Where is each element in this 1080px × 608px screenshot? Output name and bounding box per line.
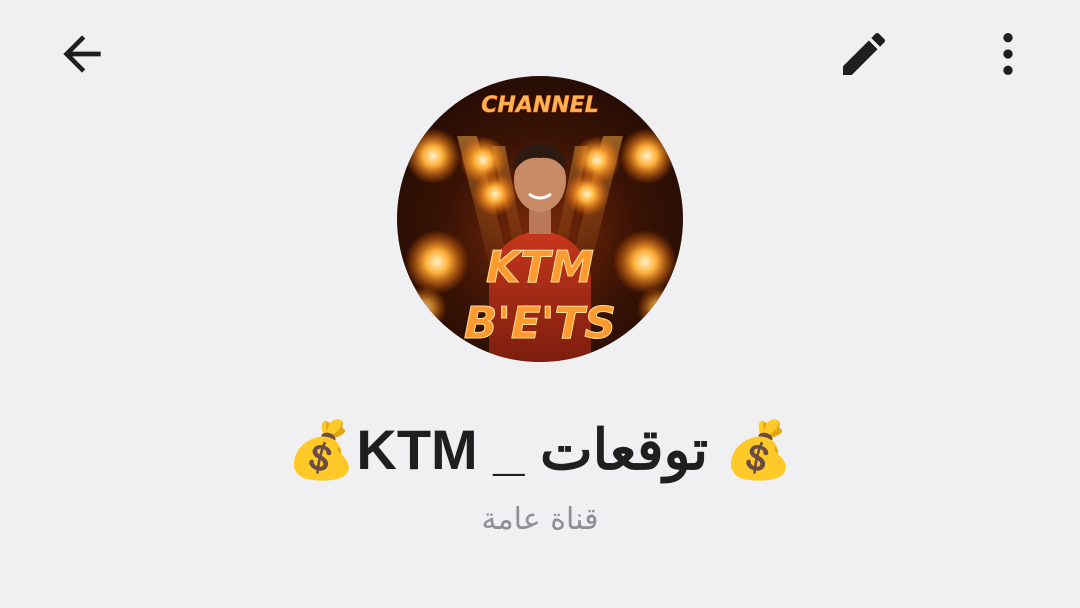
channel-title: 💰 توقعات _ KTM💰	[286, 418, 794, 481]
edit-button[interactable]	[828, 18, 900, 90]
more-options-button[interactable]	[972, 18, 1044, 90]
arrow-left-icon	[63, 35, 101, 73]
back-button[interactable]	[46, 18, 118, 90]
avatar-caption-line2: B'E'TS	[464, 298, 616, 349]
channel-type-label: قناة عامة	[481, 502, 599, 537]
avatar-caption-top: CHANNEL	[481, 93, 598, 118]
channel-avatar[interactable]: CHANNEL KTM B'E'TS	[397, 76, 683, 362]
pencil-icon	[843, 32, 886, 75]
avatar-caption-line1: KTM	[486, 242, 594, 293]
more-vertical-icon	[1003, 33, 1013, 75]
